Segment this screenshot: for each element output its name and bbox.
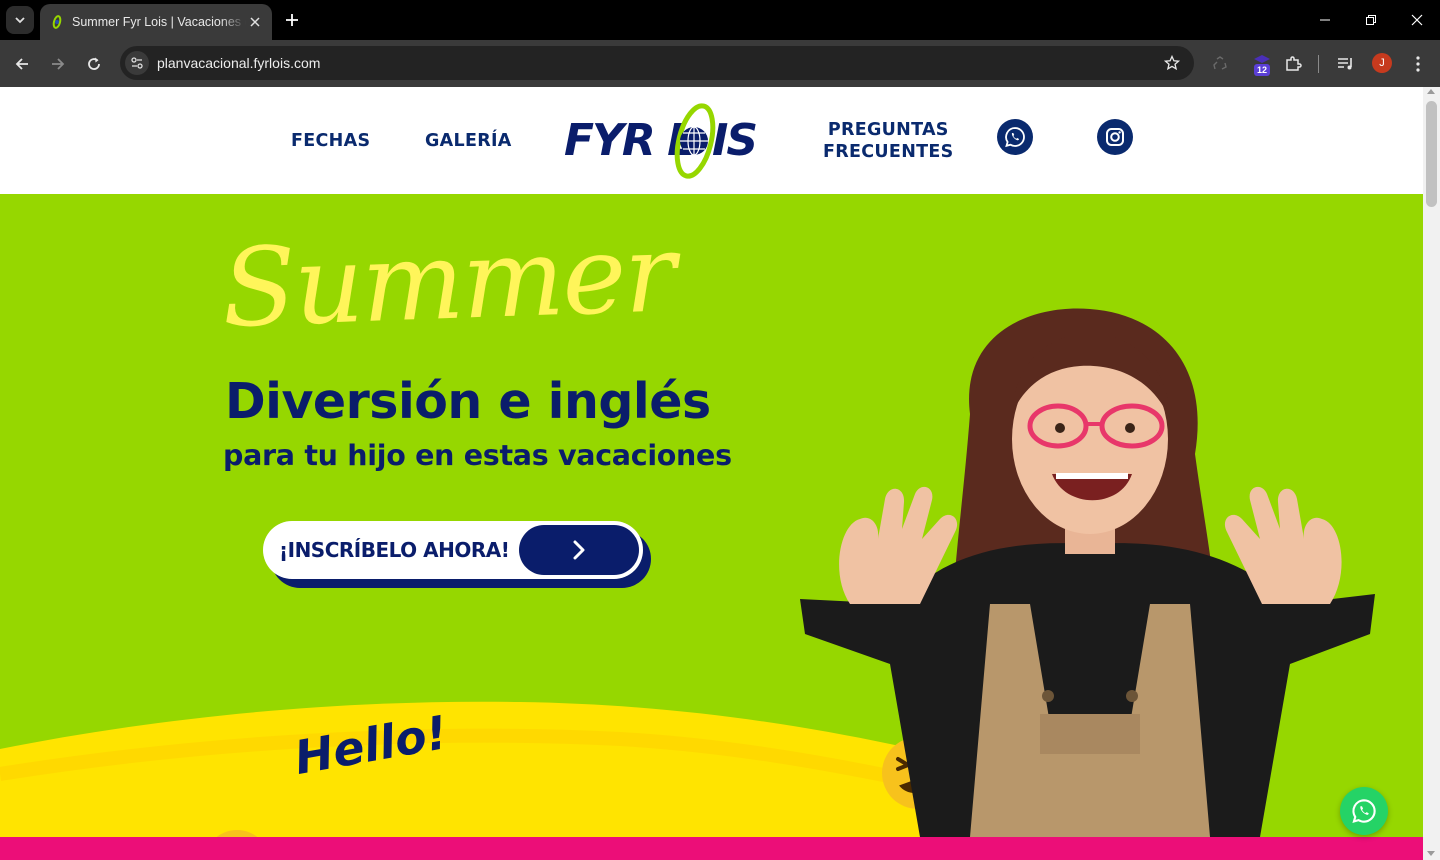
scroll-down-arrow-icon[interactable]: [1427, 851, 1435, 856]
summer-script-title: Summer: [219, 211, 676, 352]
fyr-lois-logo[interactable]: FYR L IS: [562, 101, 762, 181]
tab-search-button[interactable]: [6, 6, 34, 34]
profile-avatar[interactable]: J: [1372, 53, 1392, 73]
whatsapp-header-button[interactable]: [997, 119, 1033, 155]
restore-window-button[interactable]: [1359, 8, 1383, 32]
browser-tab-active[interactable]: Summer Fyr Lois | Vacaciones en inglés: [40, 4, 272, 40]
restore-icon: [1366, 15, 1376, 25]
reload-icon: [88, 57, 100, 70]
nav-fechas-link[interactable]: FECHAS: [291, 130, 370, 152]
svg-text:IS: IS: [712, 115, 756, 166]
nav-preguntas-line1: PREGUNTAS: [827, 120, 949, 140]
cta-label: ¡INSCRÍBELO AHORA!: [279, 538, 510, 562]
puzzle-icon: [1286, 56, 1302, 71]
hero-section: Summer Diversión e inglés para tu hijo e…: [0, 194, 1423, 837]
recycle-icon: [1213, 56, 1227, 70]
new-tab-button[interactable]: [280, 8, 304, 32]
address-bar[interactable]: planvacacional.fyrlois.com: [120, 46, 1194, 80]
nav-galeria-link[interactable]: GALERÍA: [425, 130, 512, 152]
extensions-button[interactable]: [1279, 50, 1307, 78]
inscribelo-ahora-button[interactable]: ¡INSCRÍBELO AHORA!: [263, 521, 643, 579]
whatsapp-floating-button[interactable]: [1340, 787, 1388, 835]
nav-preguntas-frecuentes-link[interactable]: PREGUNTAS FRECUENTES: [823, 119, 954, 163]
page-scrollbar[interactable]: [1423, 87, 1440, 860]
whatsapp-icon: [1005, 127, 1025, 148]
pink-section-band: [0, 837, 1423, 860]
site-favicon-icon: [50, 15, 64, 29]
media-controls-button[interactable]: [1332, 50, 1360, 78]
cta-arrow-pill[interactable]: [519, 525, 639, 575]
close-window-button[interactable]: [1405, 8, 1429, 32]
extension-badge-count: 12: [1254, 64, 1271, 76]
close-icon: [1411, 14, 1423, 26]
reload-button[interactable]: [80, 50, 108, 78]
minimize-icon: [1320, 19, 1330, 21]
chevron-down-icon: [15, 17, 25, 24]
chevron-right-icon: [573, 540, 585, 560]
url-text[interactable]: planvacacional.fyrlois.com: [157, 55, 1160, 71]
arrow-right-icon: [52, 58, 65, 70]
browser-tab-strip: Summer Fyr Lois | Vacaciones en inglés: [0, 0, 1440, 40]
browser-menu-button[interactable]: [1404, 50, 1432, 78]
forward-button[interactable]: [44, 50, 72, 78]
scroll-up-arrow-icon[interactable]: [1427, 89, 1435, 94]
whatsapp-icon: [1352, 799, 1376, 823]
recycle-extension-button[interactable]: [1206, 50, 1234, 78]
site-info-icon[interactable]: [125, 51, 149, 75]
kebab-menu-icon: [1416, 56, 1420, 72]
site-header: FECHAS GALERÍA FYR L IS PREGUNTAS FRECUE…: [0, 87, 1423, 194]
back-button[interactable]: [8, 50, 36, 78]
extension-badge-button[interactable]: 12: [1252, 54, 1272, 76]
instagram-header-button[interactable]: [1097, 119, 1133, 155]
hero-subline: para tu hijo en estas vacaciones: [223, 439, 732, 472]
close-tab-icon[interactable]: [246, 13, 264, 31]
plus-icon: [286, 14, 298, 26]
smiling-girl-photo: [800, 308, 1375, 837]
arrow-left-icon: [15, 58, 28, 70]
toolbar-separator: [1318, 55, 1319, 73]
scrollbar-thumb[interactable]: [1426, 101, 1437, 207]
tab-title: Summer Fyr Lois | Vacaciones en inglés: [72, 15, 246, 29]
bookmark-star-icon[interactable]: [1160, 51, 1184, 75]
hero-headline: Diversión e inglés: [225, 373, 711, 430]
queue-music-icon: [1338, 58, 1352, 70]
page-viewport: FECHAS GALERÍA FYR L IS PREGUNTAS FRECUE…: [0, 87, 1440, 860]
nav-preguntas-line2: FRECUENTES: [823, 142, 954, 162]
svg-text:FYR L: FYR L: [564, 115, 693, 166]
browser-toolbar: planvacacional.fyrlois.com 12 J: [0, 40, 1440, 87]
minimize-window-button[interactable]: [1313, 8, 1337, 32]
instagram-icon: [1106, 128, 1124, 146]
